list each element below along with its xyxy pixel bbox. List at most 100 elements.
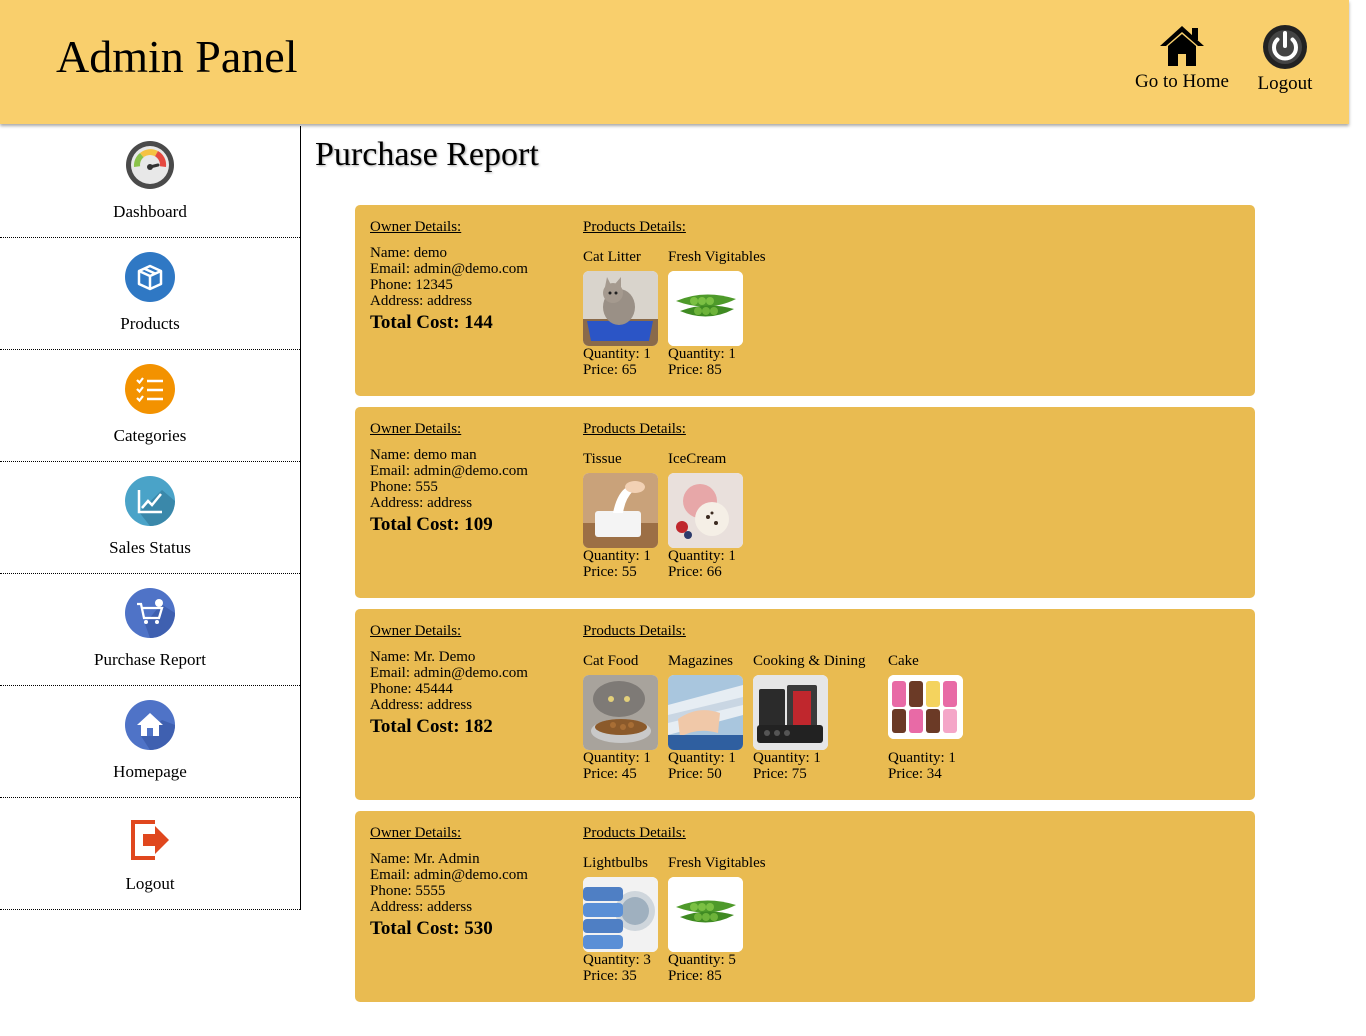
product-name: Tissue	[583, 451, 622, 467]
sidebar-item-homepage[interactable]: Homepage	[0, 686, 300, 798]
towels-image	[583, 877, 658, 952]
magazines-image	[668, 675, 743, 750]
product-quantity: Quantity: 1	[668, 548, 736, 564]
checklist-icon	[125, 364, 175, 414]
product-item: Fresh Vigitables Quantity: 1 Price: 85	[668, 249, 766, 378]
product-price: Price: 85	[668, 362, 722, 378]
product-name: Cat Food	[583, 653, 639, 669]
speedometer-icon	[126, 141, 174, 189]
peas-image	[668, 271, 743, 346]
cookware-image	[753, 675, 828, 750]
product-quantity: Quantity: 1	[583, 548, 651, 564]
icecream-image	[668, 473, 743, 548]
product-name: Fresh Vigitables	[668, 855, 766, 871]
products-details: Products Details: Tissue Quantity: 1 Pri…	[583, 421, 743, 580]
product-item: IceCream Quantity: 1 Price: 66	[668, 451, 748, 580]
product-name: Magazines	[668, 653, 733, 669]
go-home-button[interactable]: Go to Home	[1132, 24, 1232, 93]
product-quantity: Quantity: 1	[888, 750, 956, 766]
product-quantity: Quantity: 1	[668, 346, 736, 362]
sidebar-item-logout[interactable]: Logout	[0, 798, 300, 910]
logout-button[interactable]: Logout	[1253, 24, 1317, 95]
brand-title: Admin Panel	[56, 31, 298, 82]
owner-phone: Phone: 555	[370, 479, 438, 495]
product-quantity: Quantity: 1	[583, 750, 651, 766]
order-card: Owner Details: Name: demo Email: admin@d…	[355, 205, 1255, 396]
product-price: Price: 75	[753, 766, 807, 782]
box-icon	[125, 252, 175, 302]
product-item: Lightbulbs Quantity: 3 Price: 35	[583, 855, 663, 984]
product-quantity: Quantity: 3	[583, 952, 651, 968]
sidebar-item-label: Products	[120, 314, 180, 333]
header-bar: Admin Panel Go to Home Logout	[0, 0, 1349, 124]
product-quantity: Quantity: 5	[668, 952, 736, 968]
owner-email: Email: admin@demo.com	[370, 261, 528, 277]
owner-details: Owner Details: Name: demo man Email: adm…	[370, 421, 570, 535]
sidebar-item-label: Sales Status	[109, 538, 191, 557]
sidebar-item-label: Logout	[125, 874, 175, 893]
product-price: Price: 35	[583, 968, 637, 984]
product-item: Cat Litter Quantity: 1 Price: 65	[583, 249, 663, 378]
total-cost: Total Cost: 109	[370, 514, 493, 535]
sidebar-item-purchase-report[interactable]: Purchase Report	[0, 574, 300, 686]
cart-icon	[125, 588, 175, 638]
product-price: Price: 85	[668, 968, 722, 984]
products-details: Products Details: Cat Litter Quantity: 1…	[583, 219, 766, 378]
product-item: Cake Quantity: 1 Price: 34	[888, 653, 968, 782]
products-details: Products Details: Lightbulbs Quantity: 3…	[583, 825, 766, 984]
owner-details-heading: Owner Details:	[370, 623, 462, 639]
order-card: Owner Details: Name: Mr. Demo Email: adm…	[355, 609, 1255, 800]
product-item: Cat Food Quantity: 1 Price: 45	[583, 653, 663, 782]
owner-details: Owner Details: Name: demo Email: admin@d…	[370, 219, 570, 332]
product-item: Tissue Quantity: 1 Price: 55	[583, 451, 663, 580]
owner-name: Name: Mr. Demo	[370, 649, 476, 665]
order-card: Owner Details: Name: Mr. Admin Email: ad…	[355, 811, 1255, 1002]
owner-name: Name: demo man	[370, 447, 477, 463]
cat-food-image	[583, 675, 658, 750]
products-details: Products Details: Cat Food Quantity: 1 P…	[583, 623, 963, 782]
tissue-image	[583, 473, 658, 548]
products-details-heading: Products Details:	[583, 421, 686, 437]
product-name: Cooking & Dining	[753, 653, 866, 669]
sidebar-item-label: Categories	[113, 426, 187, 445]
product-quantity: Quantity: 1	[753, 750, 821, 766]
total-cost: Total Cost: 182	[370, 716, 493, 737]
owner-address: Address: address	[370, 697, 473, 713]
owner-email: Email: admin@demo.com	[370, 665, 528, 681]
product-name: Lightbulbs	[583, 855, 649, 871]
owner-details-heading: Owner Details:	[370, 421, 462, 437]
owner-phone: Phone: 12345	[370, 277, 453, 293]
product-name: IceCream	[668, 451, 727, 467]
power-icon	[1263, 25, 1307, 69]
owner-address: Address: address	[370, 495, 473, 511]
house-icon	[125, 700, 175, 750]
product-price: Price: 66	[668, 564, 722, 580]
owner-details-heading: Owner Details:	[370, 219, 462, 235]
product-price: Price: 55	[583, 564, 637, 580]
product-item: Fresh Vigitables Quantity: 5 Price: 85	[668, 855, 766, 984]
product-name: Cake	[888, 653, 919, 669]
product-quantity: Quantity: 1	[583, 346, 651, 362]
product-name: Fresh Vigitables	[668, 249, 766, 265]
owner-email: Email: admin@demo.com	[370, 867, 528, 883]
owner-phone: Phone: 45444	[370, 681, 453, 697]
peas-image	[668, 877, 743, 952]
owner-phone: Phone: 5555	[370, 883, 446, 899]
sidebar-item-categories[interactable]: Categories	[0, 350, 300, 462]
product-quantity: Quantity: 1	[668, 750, 736, 766]
product-price: Price: 45	[583, 766, 637, 782]
sidebar-item-sales-status[interactable]: Sales Status	[0, 462, 300, 574]
owner-name: Name: demo	[370, 245, 448, 261]
sidebar-item-products[interactable]: Products	[0, 238, 300, 350]
cat-litter-image	[583, 271, 658, 346]
sidebar-item-label: Purchase Report	[94, 650, 206, 669]
product-price: Price: 50	[668, 766, 722, 782]
products-details-heading: Products Details:	[583, 623, 686, 639]
product-item: Cooking & Dining Quantity: 1 Price: 75	[753, 653, 883, 782]
sidebar-item-label: Homepage	[113, 762, 187, 781]
product-name: Cat Litter	[583, 249, 641, 265]
exit-icon	[131, 820, 169, 860]
sidebar-item-dashboard[interactable]: Dashboard	[0, 126, 300, 238]
products-details-heading: Products Details:	[583, 825, 686, 841]
logout-label: Logout	[1257, 73, 1313, 94]
